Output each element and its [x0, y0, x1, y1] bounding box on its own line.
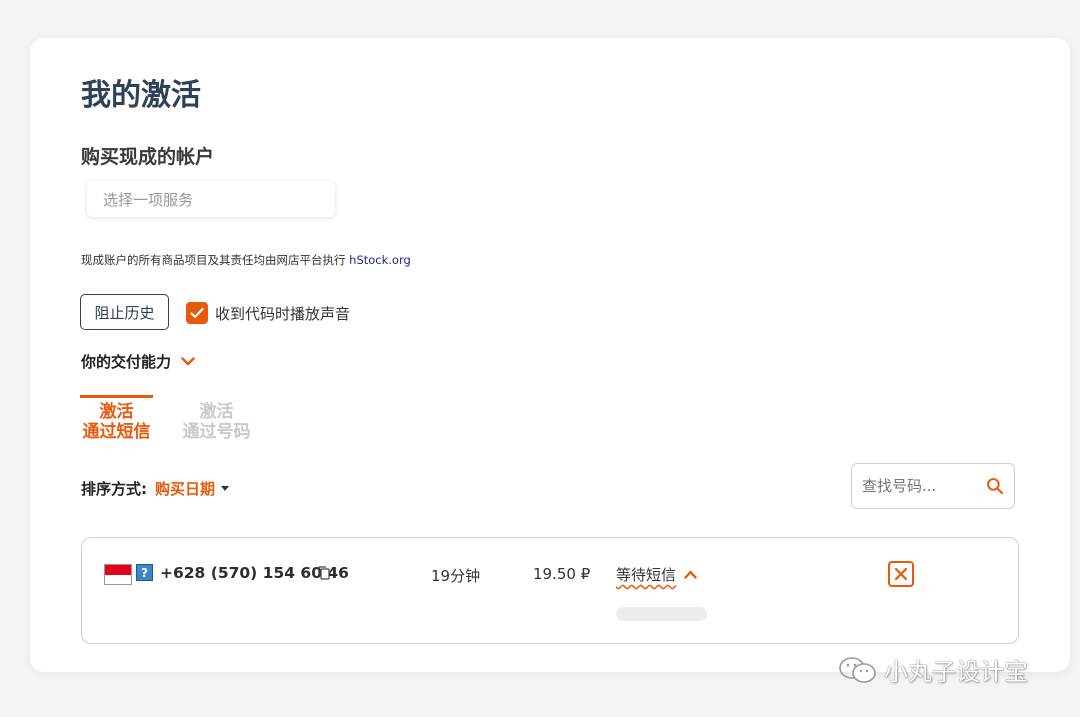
service-select-placeholder: 选择一项服务 [103, 190, 194, 209]
delivery-toggle[interactable]: 你的交付能力 [81, 351, 195, 372]
notice-text: 现成账户的所有商品项目及其责任均由网店平台执行 hStock.org [81, 252, 411, 268]
activation-price: 19.50 ₽ [533, 565, 591, 583]
hstock-link[interactable]: hStock.org [349, 253, 411, 267]
section-title: 购买现成的帐户 [81, 146, 215, 168]
sound-checkbox[interactable] [186, 302, 208, 324]
operator-unknown-icon: ? [136, 564, 153, 581]
copy-icon[interactable] [318, 566, 330, 580]
sort-dropdown[interactable]: 购买日期 [155, 478, 230, 499]
chevron-down-icon [181, 357, 195, 366]
status-toggle[interactable]: 等待短信 [616, 564, 697, 585]
page-title: 我的激活 [81, 78, 201, 113]
check-icon [190, 307, 204, 319]
sound-checkbox-label[interactable]: 收到代码时播放声音 [215, 303, 350, 324]
search-box [851, 463, 1015, 509]
search-icon[interactable] [986, 475, 1004, 497]
sort-control: 排序方式: 购买日期 [81, 478, 230, 499]
tab-activation-sms[interactable]: 激活 通过短信 [80, 395, 153, 442]
block-history-button[interactable]: 阻止历史 [80, 294, 169, 330]
tab-sms-line1: 激活 [99, 402, 134, 422]
watermark-text: 小丸子设计宝 [884, 658, 1028, 686]
wechat-icon [839, 656, 876, 683]
notice-body: 现成账户的所有商品项目及其责任均由网店平台执行 [81, 253, 350, 267]
activation-time: 19分钟 [431, 567, 481, 585]
close-icon [894, 567, 908, 581]
service-select[interactable]: 选择一项服务 [87, 181, 335, 217]
sort-value: 购买日期 [155, 480, 216, 498]
tab-sms-line2: 通过短信 [82, 422, 151, 442]
tab-number-line1: 激活 [199, 402, 234, 422]
cancel-activation-button[interactable] [888, 561, 914, 587]
activation-row: ? +628 (570) 154 60 46 19分钟 19.50 ₽ 等待短信 [81, 537, 1019, 644]
watermark: 小丸子设计宝 [838, 652, 1028, 687]
search-input[interactable] [862, 477, 980, 495]
delivery-label: 你的交付能力 [81, 353, 172, 371]
caret-down-icon [221, 486, 230, 491]
indonesia-flag-icon [104, 564, 132, 585]
tab-activation-number[interactable]: 激活 通过号码 [180, 398, 253, 442]
status-placeholder-bar [616, 607, 707, 621]
tab-number-line2: 通过号码 [182, 422, 251, 442]
chevron-up-icon [684, 570, 697, 579]
sort-label: 排序方式: [81, 480, 147, 498]
status-text: 等待短信 [616, 566, 677, 584]
